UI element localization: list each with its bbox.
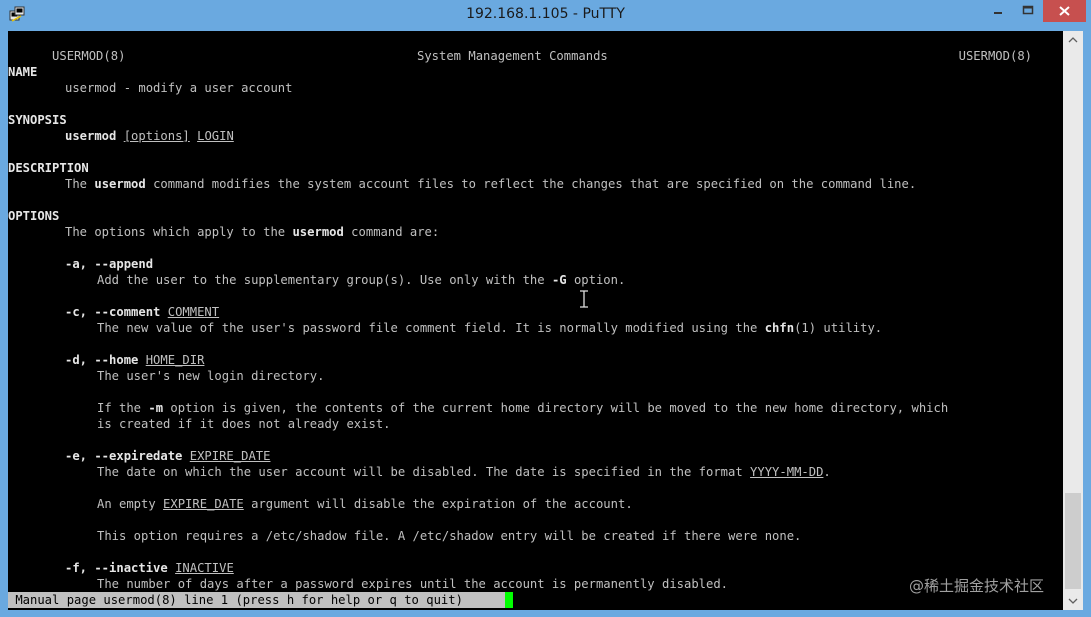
option-d-desc2-pre: If the — [97, 401, 149, 415]
option-e-arg: EXPIRE_DATE — [189, 449, 271, 463]
pager-status-bar: Manual page usermod(8) line 1 (press h f… — [8, 592, 505, 608]
option-d-desc2: If the -m option is given, the contents … — [97, 400, 948, 416]
synopsis-line: usermod [options] LOGIN — [65, 128, 234, 144]
man-header: USERMOD(8) System Management Commands USER… — [8, 32, 1063, 63]
option-a-desc-post: option. — [566, 273, 626, 287]
header-center: System Management Commands — [417, 49, 608, 63]
section-description-heading: DESCRIPTION — [8, 161, 89, 175]
putty-window: 192.168.1.105 - PuTTY USERMOD(8) System M… — [0, 0, 1091, 617]
option-e-desc2-pre: An empty — [97, 497, 164, 511]
name-text: usermod - modify a user account — [65, 81, 293, 95]
options-intro-pre: The options which apply to the — [65, 225, 293, 239]
scrollbar-thumb[interactable] — [1065, 493, 1081, 589]
option-c-desc-cmd: chfn — [764, 321, 795, 335]
option-e-line: -e, --expiredate EXPIRE_DATE — [65, 448, 270, 464]
vertical-scrollbar[interactable] — [1063, 31, 1083, 610]
close-button[interactable] — [1043, 0, 1086, 22]
option-e-flag: -e, --expiredate — [65, 449, 183, 463]
option-d-desc2-post: option is given, the contents of the cur… — [163, 401, 949, 415]
option-a-flag: -a, --append — [65, 257, 154, 271]
option-e-desc3: This option requires a /etc/shadow file.… — [97, 529, 802, 543]
option-a-desc: Add the user to the supplementary group(… — [97, 272, 625, 288]
option-f-flag: -f, --inactive — [65, 561, 168, 575]
option-e-desc-pre: The date on which the user account will … — [97, 465, 751, 479]
option-e-desc2: An empty EXPIRE_DATE argument will disab… — [97, 496, 633, 512]
option-d-desc2-flag: -m — [148, 401, 164, 415]
option-d-flag: -d, --home — [65, 353, 139, 367]
description-cmd: usermod — [94, 177, 146, 191]
arrow-up-icon — [1068, 37, 1078, 43]
option-d-arg: HOME_DIR — [145, 353, 205, 367]
synopsis-login: LOGIN — [197, 129, 234, 143]
option-a-desc-flag: -G — [551, 273, 567, 287]
watermark: @稀土掘金技术社区 — [909, 577, 1045, 595]
scroll-down-button[interactable] — [1063, 592, 1083, 610]
options-intro-post: command are: — [343, 225, 440, 239]
section-name-heading: NAME — [8, 65, 38, 79]
option-d-desc: The user's new login directory. — [97, 369, 325, 383]
synopsis-options: [options] — [123, 129, 190, 143]
option-a-desc-pre: Add the user to the supplementary group(… — [97, 273, 552, 287]
option-e-desc-fmt: YYYY-MM-DD — [750, 465, 824, 479]
options-intro-cmd: usermod — [292, 225, 344, 239]
text-cursor-icon — [580, 290, 588, 308]
section-options-heading: OPTIONS — [8, 209, 60, 223]
description-pre: The — [65, 177, 95, 191]
header-right: USERMOD(8) — [958, 49, 1032, 63]
option-f-desc: The number of days after a password expi… — [97, 577, 729, 591]
minimize-icon — [994, 12, 1002, 14]
option-f-line: -f, --inactive INACTIVE — [65, 560, 234, 576]
section-synopsis-heading: SYNOPSIS — [8, 113, 67, 127]
close-icon — [1059, 6, 1070, 16]
option-d-desc3: is created if it does not already exist. — [97, 417, 391, 431]
option-f-arg: INACTIVE — [175, 561, 234, 575]
terminal-cursor — [505, 592, 513, 608]
minimize-button[interactable] — [983, 0, 1013, 22]
terminal-screen[interactable]: USERMOD(8) System Management Commands USER… — [8, 31, 1063, 610]
option-e-desc2-post: argument will disable the expiration of … — [243, 497, 633, 511]
arrow-down-icon — [1068, 598, 1078, 604]
window-title: 192.168.1.105 - PuTTY — [466, 6, 625, 22]
maximize-button[interactable] — [1013, 0, 1043, 22]
option-c-line: -c, --comment COMMENT — [65, 304, 219, 320]
option-e-desc-post: . — [823, 465, 831, 479]
option-c-desc: The new value of the user's password fil… — [97, 320, 882, 336]
option-c-desc-pre: The new value of the user's password fil… — [97, 321, 765, 335]
scroll-up-button[interactable] — [1063, 31, 1083, 49]
option-d-line: -d, --home HOME_DIR — [65, 352, 204, 368]
title-bar[interactable]: 192.168.1.105 - PuTTY — [0, 0, 1091, 30]
description-post: command modifies the system account file… — [145, 177, 917, 191]
option-e-desc: The date on which the user account will … — [97, 464, 831, 480]
maximize-icon — [1022, 5, 1034, 15]
description-text: The usermod command modifies the system … — [65, 176, 916, 192]
option-c-desc-post: (1) utility. — [794, 321, 883, 335]
option-c-flag: -c, --comment — [65, 305, 161, 319]
option-e-desc2-arg: EXPIRE_DATE — [163, 497, 244, 511]
header-left: USERMOD(8) — [52, 49, 126, 63]
synopsis-cmd: usermod — [65, 129, 117, 143]
options-intro: The options which apply to the usermod c… — [65, 224, 439, 240]
option-c-arg: COMMENT — [167, 305, 220, 319]
